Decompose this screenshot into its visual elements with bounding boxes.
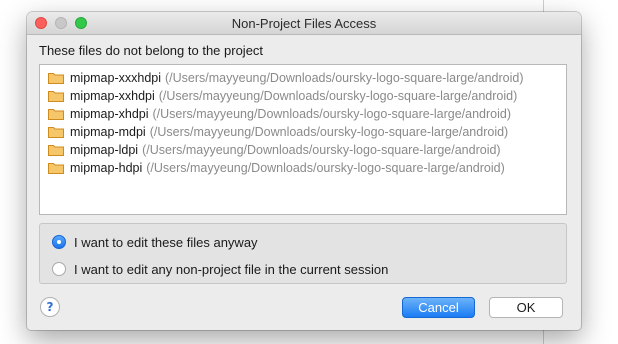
file-path: (/Users/mayyeung/Downloads/oursky-logo-s… <box>146 161 505 175</box>
file-name: mipmap-mdpi <box>70 125 146 139</box>
cancel-button[interactable]: Cancel <box>402 297 475 318</box>
file-name: mipmap-hdpi <box>70 161 143 175</box>
file-path: (/Users/mayyeung/Downloads/oursky-logo-s… <box>142 143 501 157</box>
file-list[interactable]: mipmap-xxxhdpi (/Users/mayyeung/Download… <box>39 64 567 215</box>
radio-unselected-icon[interactable] <box>52 262 66 276</box>
file-list-item[interactable]: mipmap-xxxhdpi (/Users/mayyeung/Download… <box>48 69 524 87</box>
non-project-files-dialog: Non-Project Files Access These files do … <box>27 12 581 330</box>
file-path: (/Users/mayyeung/Downloads/oursky-logo-s… <box>149 125 509 139</box>
window-title: Non-Project Files Access <box>231 16 377 31</box>
folder-icon <box>48 144 64 156</box>
files-header-label: These files do not belong to the project <box>39 43 264 58</box>
edit-options-group: I want to edit these files anyway I want… <box>39 223 567 284</box>
option-label: I want to edit these files anyway <box>74 234 258 250</box>
ok-button[interactable]: OK <box>489 297 563 318</box>
file-list-item[interactable]: mipmap-xhdpi (/Users/mayyeung/Downloads/… <box>48 105 511 123</box>
file-list-item[interactable]: mipmap-mdpi (/Users/mayyeung/Downloads/o… <box>48 123 508 141</box>
folder-icon <box>48 108 64 120</box>
title-bar: Non-Project Files Access <box>27 12 581 35</box>
file-path: (/Users/mayyeung/Downloads/oursky-logo-s… <box>158 89 518 103</box>
file-path: (/Users/mayyeung/Downloads/oursky-logo-s… <box>152 107 512 121</box>
option-edit-files-anyway[interactable]: I want to edit these files anyway <box>52 233 258 251</box>
file-list-item[interactable]: mipmap-xxhdpi (/Users/mayyeung/Downloads… <box>48 87 517 105</box>
file-list-item[interactable]: mipmap-hdpi (/Users/mayyeung/Downloads/o… <box>48 159 505 177</box>
folder-icon <box>48 126 64 138</box>
folder-icon <box>48 72 64 84</box>
help-button[interactable]: ? <box>40 297 60 317</box>
file-path: (/Users/mayyeung/Downloads/oursky-logo-s… <box>165 71 524 85</box>
option-edit-any-non-project-file[interactable]: I want to edit any non-project file in t… <box>52 260 388 278</box>
file-name: mipmap-xxhdpi <box>70 89 155 103</box>
radio-selected-icon[interactable] <box>52 235 66 249</box>
folder-icon <box>48 90 64 102</box>
file-name: mipmap-ldpi <box>70 143 139 157</box>
help-icon: ? <box>46 300 54 314</box>
folder-icon <box>48 162 64 174</box>
file-name: mipmap-xhdpi <box>70 107 149 121</box>
option-label: I want to edit any non-project file in t… <box>74 261 389 277</box>
file-list-item[interactable]: mipmap-ldpi (/Users/mayyeung/Downloads/o… <box>48 141 501 159</box>
file-name: mipmap-xxxhdpi <box>70 71 162 85</box>
